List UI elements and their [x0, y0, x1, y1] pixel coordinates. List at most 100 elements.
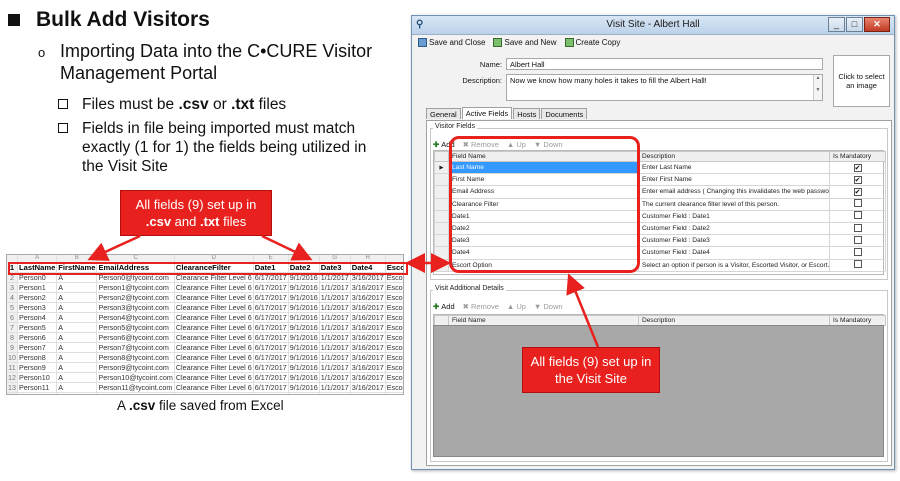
row-selector[interactable] — [434, 197, 449, 211]
sheet-cell: A — [56, 382, 98, 393]
row-selector[interactable] — [434, 173, 449, 187]
details-up-button[interactable]: ▲ Up — [507, 302, 526, 311]
sheet-cell: Escorted Visitor — [385, 392, 403, 394]
window-titlebar: ⚲ Visit Site - Albert Hall _ □ ✕ — [412, 16, 894, 35]
visitor-field-description[interactable]: Select an option if person is a Visitor,… — [638, 258, 830, 272]
mandatory-checkbox[interactable]: ✔ — [853, 163, 862, 172]
visitor-field-mandatory — [829, 234, 886, 248]
row-selector[interactable] — [434, 221, 449, 236]
mandatory-checkbox[interactable] — [853, 199, 862, 208]
sheet-row: 11 Person9 A Person9@tycoint.com Clearance F… — [7, 362, 403, 373]
row-selector[interactable] — [434, 234, 449, 248]
row-selector[interactable] — [434, 185, 449, 199]
visitor-field-description[interactable]: Enter Last Name — [638, 160, 830, 175]
save-icon — [418, 38, 427, 47]
row-selector[interactable] — [434, 209, 449, 223]
sheet-cell: 6/17/2017 — [253, 372, 289, 383]
sheet-cell: Person7@tycoint.com — [96, 342, 175, 353]
visitor-field-description[interactable]: Customer Field : Date3 — [638, 234, 830, 248]
visitor-field-description[interactable]: Customer Field : Date4 — [638, 246, 830, 260]
row-selector[interactable] — [434, 258, 449, 272]
sheet-cell: Clearance Filter Level 6 — [174, 392, 254, 394]
sheet-cell: Person4@tycoint.com — [96, 312, 175, 323]
sheet-cell: Person4 — [17, 312, 58, 323]
sheet-cell: Person1@tycoint.com — [96, 282, 175, 293]
visitor-field-description[interactable]: Customer Field : Date2 — [638, 221, 830, 236]
tab-general[interactable]: General — [426, 108, 461, 119]
sheet-cell: 6/17/2017 — [253, 382, 289, 393]
sheet-cell: Clearance Filter Level 6 — [174, 352, 254, 363]
save-new-icon — [493, 38, 503, 47]
details-col-description[interactable]: Description — [638, 315, 830, 326]
description-scrollbar[interactable]: ▲ ▼ — [813, 75, 822, 100]
close-button[interactable]: ✕ — [864, 17, 890, 32]
sheet-cell: A — [56, 312, 98, 323]
details-remove-button[interactable]: ✖ Remove — [463, 302, 499, 311]
visitor-field-description[interactable]: Customer Field : Date1 — [638, 209, 830, 223]
create-copy-button[interactable]: Create Copy — [564, 38, 620, 47]
maximize-button[interactable]: □ — [846, 17, 863, 32]
sheet-cell: Person5 — [17, 322, 58, 333]
save-and-close-button[interactable]: Save and Close — [418, 38, 485, 47]
tab-active-fields[interactable]: Active Fields — [461, 107, 513, 119]
copy-icon — [564, 38, 574, 47]
visitor-field-description[interactable]: Enter email address ( Changing this inva… — [638, 185, 830, 199]
visitor-field-mandatory — [829, 209, 886, 223]
sheet-cell: Person9 — [17, 362, 58, 373]
visitor-field-mandatory: ✔ — [829, 160, 886, 175]
csv-header-highlight — [8, 262, 408, 275]
mandatory-checkbox[interactable] — [853, 211, 862, 220]
subtitle-text: Importing Data into the C•CURE Visitor M… — [60, 41, 373, 83]
mandatory-checkbox[interactable] — [853, 247, 862, 256]
sheet-cell: 1/1/2017 — [319, 362, 351, 373]
details-down-button[interactable]: ▼ Down — [534, 302, 563, 311]
mandatory-checkbox[interactable] — [853, 223, 862, 232]
sheet-cell: Person8@tycoint.com — [96, 352, 175, 363]
sheet-row: 12 Person10 A Person10@tycoint.com Clearance… — [7, 372, 403, 383]
sheet-cell: 1/1/2017 — [319, 282, 351, 293]
checkbox-bullet-icon — [58, 99, 68, 109]
mandatory-checkbox[interactable]: ✔ — [853, 175, 862, 184]
sheet-cell: 3/16/2017 — [350, 362, 386, 373]
details-add-button[interactable]: ✚ Add — [433, 302, 455, 311]
sheet-cell: 6/17/2017 — [253, 302, 289, 313]
mandatory-checkbox[interactable] — [853, 235, 862, 244]
select-image-button[interactable]: Click to select an image — [833, 55, 890, 107]
square-bullet-icon — [8, 14, 20, 26]
sheet-cell: Person6 — [17, 332, 58, 343]
sheet-row: 9 Person7 A Person7@tycoint.com Clearance Fi… — [7, 342, 403, 353]
sheet-corner — [7, 255, 18, 263]
sheet-cell: Person12@tycoint.com — [96, 392, 175, 394]
visitor-fields-title: Visitor Fields — [433, 123, 477, 130]
sheet-cell: 9/1/2016 — [288, 372, 320, 383]
col-description[interactable]: Description — [638, 151, 830, 162]
sheet-row: 13 Person11 A Person11@tycoint.com Clearance… — [7, 382, 403, 393]
name-input[interactable]: Albert Hall — [506, 58, 823, 70]
mandatory-checkbox[interactable] — [853, 260, 862, 269]
field-names-highlight — [449, 136, 640, 273]
mandatory-checkbox[interactable]: ✔ — [853, 187, 862, 196]
sheet-cell: 6/17/2017 — [253, 352, 289, 363]
description-input[interactable]: Now we know how many holes it takes to f… — [506, 74, 823, 101]
col-is-mandatory[interactable]: Is Mandatory — [829, 151, 886, 162]
sheet-cell: Escorted Visitor — [385, 362, 403, 373]
details-col-field-name[interactable]: Field Name — [448, 315, 639, 326]
sheet-cell: 1/1/2017 — [319, 382, 351, 393]
tab-hosts[interactable]: Hosts — [513, 108, 541, 119]
sheet-cell: Escorted Visitor — [385, 292, 403, 303]
visitor-field-mandatory — [829, 197, 886, 211]
row-pointer-icon[interactable]: ▶ — [434, 160, 449, 175]
save-and-new-button[interactable]: Save and New — [493, 38, 557, 47]
minimize-button[interactable]: _ — [828, 17, 845, 32]
sheet-cell: 9/1/2016 — [288, 292, 320, 303]
row-selector[interactable] — [434, 246, 449, 260]
tab-documents[interactable]: Documents — [541, 108, 588, 119]
sheet-cell: Clearance Filter Level 6 — [174, 332, 254, 343]
sheet-cell: 3/16/2017 — [350, 322, 386, 333]
visitor-field-description[interactable]: The current clearance filter level of th… — [638, 197, 830, 211]
csv-spreadsheet: ABCDEFGHI1LastNameFirstNameEmailAddressC… — [6, 254, 404, 395]
visitor-field-description[interactable]: Enter First Name — [638, 173, 830, 187]
sheet-column-letter: D — [174, 255, 254, 263]
details-col-is-mandatory[interactable]: Is Mandatory — [829, 315, 886, 326]
sheet-cell: 6/17/2017 — [253, 392, 289, 394]
